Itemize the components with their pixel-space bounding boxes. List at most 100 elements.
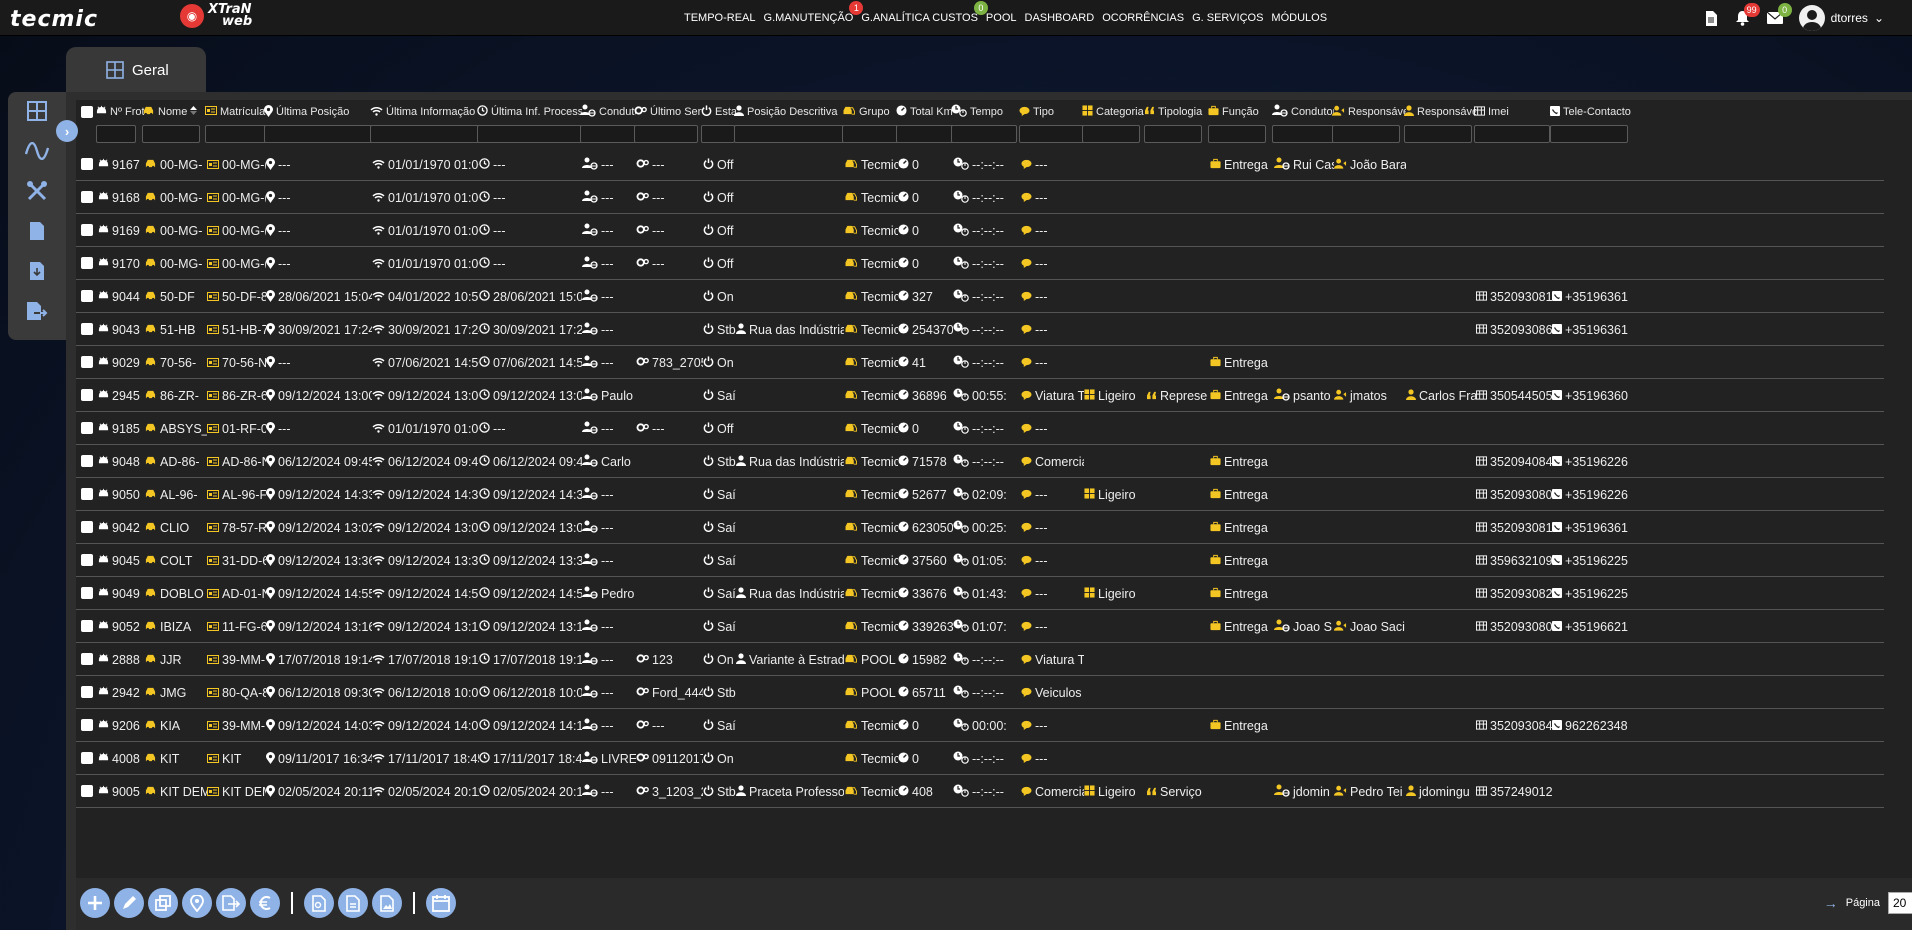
sidebar-item-export[interactable]	[24, 298, 50, 324]
tab-geral[interactable]: Geral	[66, 47, 206, 93]
sidebar-item-documents[interactable]	[24, 218, 50, 244]
column-header[interactable]: Função	[1208, 104, 1274, 120]
export-button[interactable]	[216, 888, 246, 918]
locate-button[interactable]	[182, 888, 212, 918]
column-header[interactable]: Tempo	[951, 104, 1021, 120]
edit-button[interactable]	[114, 888, 144, 918]
row-checkbox[interactable]	[81, 785, 93, 797]
column-header[interactable]: Última Inf. Processada	[477, 104, 582, 120]
row-checkbox[interactable]	[81, 719, 93, 731]
column-header[interactable]: Condutor	[1272, 104, 1334, 120]
row-checkbox[interactable]	[81, 323, 93, 335]
sidebar-item-download[interactable]	[24, 258, 50, 284]
page-size-select[interactable]: 20	[1888, 892, 1912, 914]
table-row[interactable]: 9043 51-HB 51-HB-7 30/09/2021 17:24 30/09/20…	[76, 313, 1884, 346]
column-filter-input[interactable]	[842, 125, 902, 143]
column-filter-input[interactable]	[1272, 125, 1338, 143]
column-header[interactable]: Último Serviço	[634, 104, 703, 120]
table-row[interactable]: 9050 AL-96- AL-96-FI 09/12/2024 14:33 09/12/…	[76, 478, 1884, 511]
row-checkbox[interactable]	[81, 488, 93, 500]
table-row[interactable]: 9045 COLT 31-DD-6 09/12/2024 13:36 09/12/202…	[76, 544, 1884, 577]
arrow-right-icon[interactable]: →	[1824, 895, 1838, 911]
column-header[interactable]: Imei	[1474, 104, 1552, 120]
row-checkbox[interactable]	[81, 290, 93, 302]
schedule-button[interactable]	[426, 888, 456, 918]
column-filter-input[interactable]	[1082, 125, 1140, 143]
column-filter-input[interactable]	[1474, 125, 1550, 143]
column-header[interactable]: Grupo	[842, 104, 898, 120]
table-row[interactable]: 9052 IBIZA 11-FG-6 09/12/2024 13:16 09/12/20…	[76, 610, 1884, 643]
table-row[interactable]: 9044 50-DF 50-DF-8 28/06/2021 15:04 04/01/20…	[76, 280, 1884, 313]
sidebar-item-telemetry[interactable]	[24, 138, 50, 164]
table-row[interactable]: 4008 KIT KIT 09/11/2017 16:34 17/11/2017 18:…	[76, 742, 1884, 775]
row-checkbox[interactable]	[81, 653, 93, 665]
costs-button[interactable]	[250, 888, 280, 918]
column-filter-input[interactable]	[1208, 125, 1266, 143]
table-row[interactable]: 9042 CLIO 78-57-R 09/12/2024 13:02 09/12/202…	[76, 511, 1884, 544]
table-row[interactable]: 9048 AD-86- AD-86-N 06/12/2024 09:45 06/12/2…	[76, 445, 1884, 478]
nav-item[interactable]: TEMPO-REAL	[680, 12, 760, 24]
table-row[interactable]: 9049 DOBLO AD-01-N 09/12/2024 14:55 09/12/20…	[76, 577, 1884, 610]
row-checkbox[interactable]	[81, 191, 93, 203]
table-row[interactable]: 9005KIT DEMOKIT DEM02/05/2024 20:1102/05…	[76, 775, 1884, 808]
user-menu[interactable]: dtorres ⌄	[1798, 5, 1884, 31]
table-row[interactable]: 9168 00-MG- 00-MG-(--- 01/01/1970 01:00 --- -…	[76, 181, 1884, 214]
notifications-bell-icon[interactable]: 99	[1735, 3, 1760, 26]
table-row[interactable]: 9169 00-MG- 00-MG-(--- 01/01/1970 01:00 --- -…	[76, 214, 1884, 247]
column-filter-input[interactable]	[896, 125, 956, 143]
column-filter-input[interactable]	[634, 125, 698, 143]
column-header[interactable]: Total Km	[896, 104, 953, 120]
row-checkbox[interactable]	[81, 455, 93, 467]
column-header[interactable]: Nº Frota	[96, 104, 144, 120]
xtranweb-logo[interactable]: ◉ XTraN web	[180, 3, 252, 28]
table-row[interactable]: 2942 JMG 80-QA-8 06/12/2018 09:30 06/12/2018…	[76, 676, 1884, 709]
table-row[interactable]: 2945 86-ZR- 86-ZR-6 09/12/2024 13:00 09/12/2…	[76, 379, 1884, 412]
column-header[interactable]: Tele-Contacto	[1550, 104, 1634, 120]
row-checkbox[interactable]	[81, 158, 93, 170]
table-row[interactable]: 9170 00-MG- 00-MG-(--- 01/01/1970 01:00 --- -…	[76, 247, 1884, 280]
nav-item[interactable]: G.MANUTENÇÃO 1	[760, 1, 864, 24]
column-header[interactable]: Responsável	[1404, 104, 1476, 120]
column-filter-input[interactable]	[580, 125, 638, 143]
column-filter-input[interactable]	[264, 125, 386, 143]
column-filter-input[interactable]	[1332, 125, 1400, 143]
messages-envelope-icon[interactable]: 0	[1766, 3, 1792, 26]
report-image-button[interactable]	[372, 888, 402, 918]
column-filter-input[interactable]	[142, 125, 200, 143]
column-header[interactable]: Matrícula	[205, 104, 266, 120]
row-checkbox[interactable]	[81, 620, 93, 632]
row-checkbox[interactable]	[81, 521, 93, 533]
row-checkbox[interactable]	[81, 422, 93, 434]
duplicate-button[interactable]	[148, 888, 178, 918]
nav-item[interactable]: G.ANALÍTICA CUSTOS 0	[857, 1, 988, 24]
column-header[interactable]: Nome	[142, 104, 207, 120]
column-filter-input[interactable]	[701, 125, 735, 143]
column-filter-input[interactable]	[1404, 125, 1472, 143]
table-row[interactable]: 2888 JJR 39-MM- 17/07/2018 19:14 17/07/2018 …	[76, 643, 1884, 676]
row-checkbox[interactable]	[81, 257, 93, 269]
table-row[interactable]: 9185 ABSYS_ 01-RF-0 --- 01/01/1970 01:00 --- -…	[76, 412, 1884, 445]
add-button[interactable]	[80, 888, 110, 918]
column-header[interactable]: Tipologia	[1144, 104, 1210, 120]
table-row[interactable]: 9206 KIA 39-MM- 09/12/2024 14:03 09/12/2024 …	[76, 709, 1884, 742]
nav-item[interactable]: OCORRÊNCIAS	[1098, 12, 1188, 24]
column-filter-input[interactable]	[96, 125, 136, 143]
column-header[interactable]: Condutor	[580, 104, 636, 120]
column-header[interactable]: Última Posição	[264, 104, 372, 120]
row-checkbox[interactable]	[81, 587, 93, 599]
row-checkbox[interactable]	[81, 389, 93, 401]
sidebar-expand-button[interactable]: ›	[56, 120, 78, 142]
row-checkbox[interactable]	[81, 356, 93, 368]
sidebar-item-general[interactable]	[24, 98, 50, 124]
column-filter-input[interactable]	[1144, 125, 1202, 143]
table-row[interactable]: 9029 70-56- 70-56-N --- 07/06/2021 14:50 07/0…	[76, 346, 1884, 379]
column-header[interactable]: Categoria	[1082, 104, 1146, 120]
column-header[interactable]: Última Informação	[370, 104, 479, 120]
nav-item[interactable]: G. SERVIÇOS	[1188, 12, 1267, 24]
select-all-checkbox[interactable]	[81, 106, 93, 118]
column-filter-input[interactable]	[205, 125, 269, 143]
column-filter-input[interactable]	[951, 125, 1017, 143]
column-header[interactable]: Tipo	[1019, 104, 1084, 120]
column-header[interactable]: Posição Descritiva	[734, 104, 844, 120]
column-filter-input[interactable]	[1550, 125, 1628, 143]
